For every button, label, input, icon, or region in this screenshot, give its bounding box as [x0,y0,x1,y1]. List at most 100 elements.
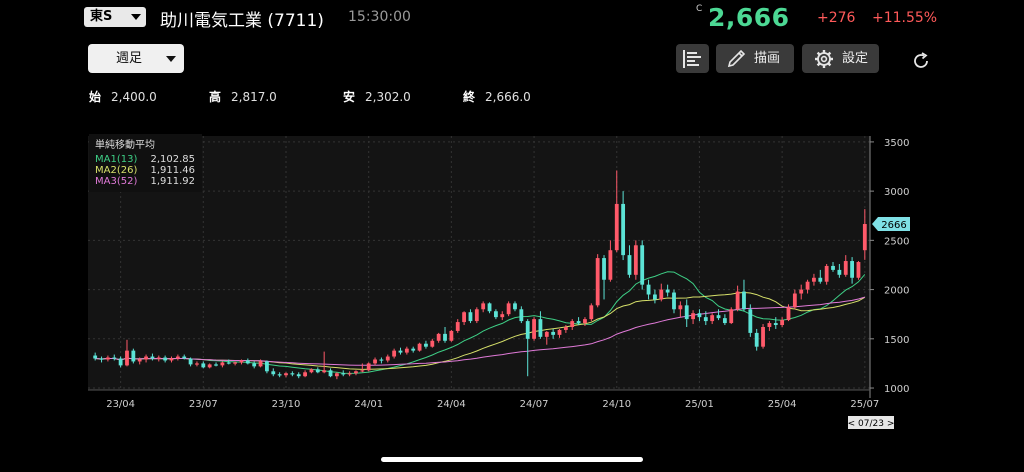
x-tick-label: 25/01 [685,399,714,410]
y-tick-label: 2000 [884,286,909,297]
candle-body [424,343,428,347]
candle-body [831,265,835,270]
candle-body [296,374,301,377]
candle-body [214,364,218,366]
indicator-list-button[interactable] [676,44,709,73]
draw-button[interactable]: 描画 [716,44,794,73]
ohlc-high: 高 2,817.0 [209,88,277,105]
candle-body [195,363,199,365]
candle-body [360,370,365,372]
candle-body [856,262,861,278]
candle-body [277,374,282,376]
candle-body [443,333,447,341]
candle-body [773,323,778,326]
candle-body [284,373,288,376]
ma2-name: MA2(26) [95,165,138,176]
candle-body [322,370,327,373]
candle-body [341,373,346,375]
candle-body [430,340,435,347]
candle-body [672,292,676,310]
x-tick-label: 24/07 [520,399,549,410]
candle-body [290,373,295,375]
candle-body [595,258,600,306]
candle-body [417,343,422,351]
candle-body [786,307,791,321]
candle-body [309,369,314,373]
candle-body [163,357,168,361]
candle-body [144,356,148,360]
open-label: 始 [89,90,102,104]
candle-body [614,203,619,251]
y-tick-label: 1500 [884,335,909,346]
low-label: 安 [343,90,356,104]
x-tick-label: 25/04 [768,399,797,410]
current-price: 2,666 [708,3,790,32]
candle-body [862,224,867,251]
candle-body [487,303,492,312]
x-tick-label: 23/07 [189,399,218,410]
close-value: 2,666.0 [485,90,531,104]
ohlc-open: 始 2,400.0 [89,88,157,105]
cursor-date-label: < 07/23 > [848,419,895,429]
candle-body [824,265,829,282]
y-tick-label: 3500 [884,138,909,149]
x-tick-label: 24/10 [602,399,631,410]
ma1-value: 2,102.85 [150,154,195,165]
legend-ma3: MA3(52) 1,911.92 [95,176,199,188]
list-icon [683,50,701,68]
candle-body [583,319,587,324]
candle-body [659,289,664,300]
home-indicator[interactable] [381,457,643,462]
candle-body [436,333,441,341]
refresh-icon[interactable] [910,50,932,72]
pencil-icon [727,49,746,68]
candle-body [633,245,638,275]
market-label: 東S [90,9,113,24]
candle-body [404,348,409,353]
plot-area [88,136,870,390]
candle-body [105,357,110,360]
candle-body [500,314,505,318]
candle-body [201,363,206,368]
candle-body [392,350,397,357]
candle-body [646,284,651,295]
candle-body [818,277,823,282]
candle-body [729,309,734,324]
candle-body [112,357,117,359]
candle-body [328,370,333,377]
x-tick-label: 23/10 [272,399,301,410]
candle-body [551,331,556,335]
candle-body [602,258,606,280]
candle-body [703,317,708,322]
candle-body [513,303,517,310]
candle-body [576,321,581,324]
y-tick-label: 2500 [884,236,909,247]
settings-label: 設定 [842,51,869,66]
stock-name: 助川電気工業 (7711) [160,11,324,31]
candle-body [570,321,575,327]
moving-average-legend: 単純移動平均 MA1(13) 2,102.85 MA2(26) 1,911.46… [89,134,202,192]
candle-body [207,364,212,368]
gear-icon [815,50,833,68]
candle-body [156,357,161,359]
period-dropdown[interactable]: 週足 [88,44,184,73]
candle-body [150,356,155,359]
candle-body [812,277,816,282]
period-label: 週足 [115,51,142,66]
open-value: 2,400.0 [111,90,157,104]
candle-body [379,359,384,361]
candle-body [258,361,263,367]
candle-body [653,294,657,300]
candle-body [684,305,689,320]
candle-body [131,350,136,362]
y-tick-label: 3000 [884,187,909,198]
candle-body [385,356,390,361]
settings-button[interactable]: 設定 [802,44,879,73]
candle-body [608,250,613,280]
candle-body [621,203,626,256]
market-dropdown[interactable]: 東S [84,7,146,27]
candle-body [850,261,855,278]
candle-body [722,318,727,324]
candle-body [761,326,765,347]
candle-body [118,358,123,366]
